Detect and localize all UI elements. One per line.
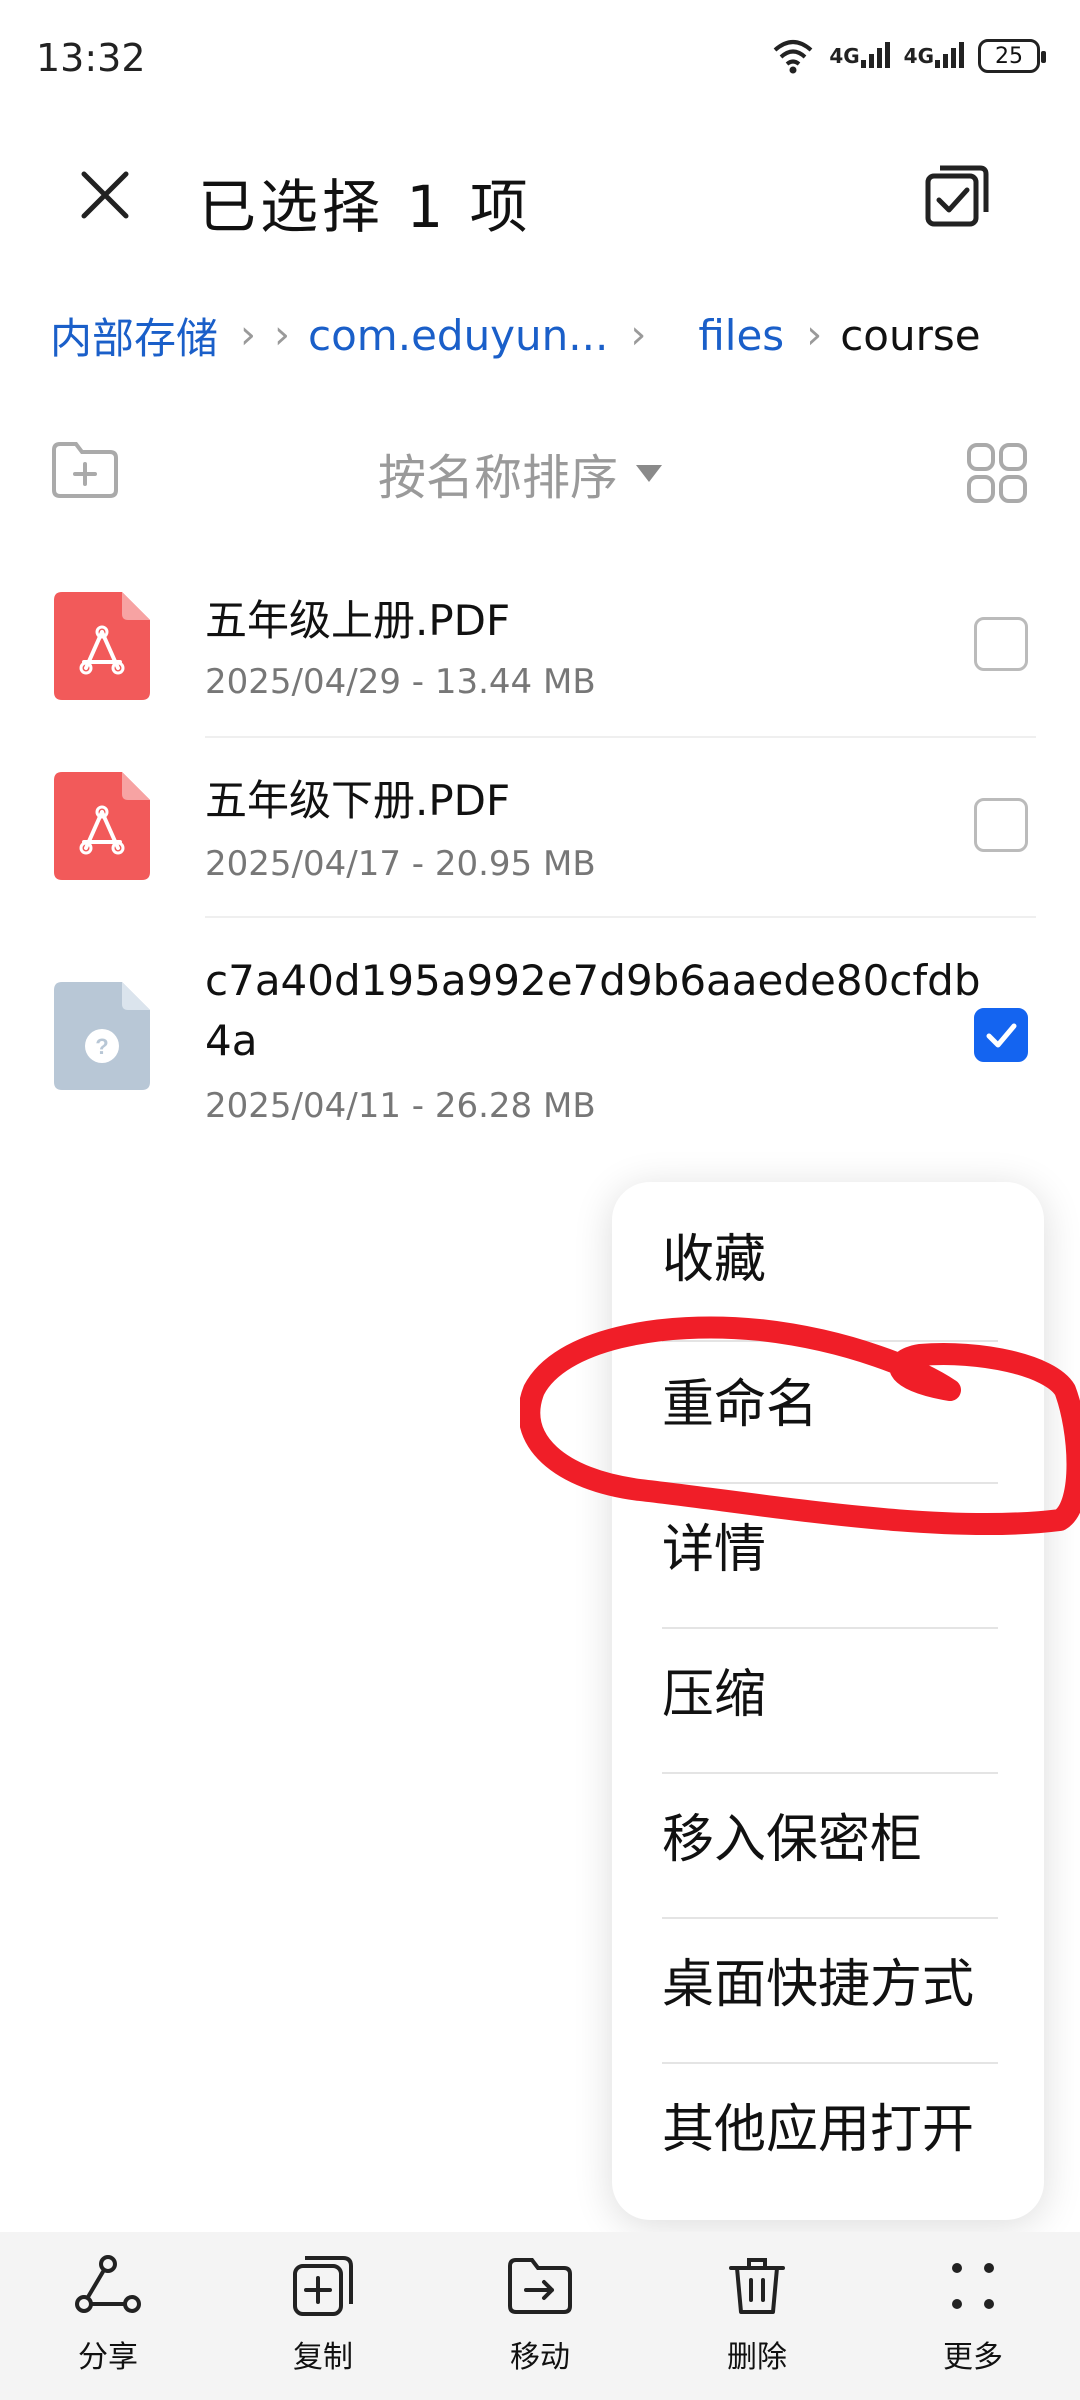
more-button[interactable]: 更多 [908,2252,1038,2392]
copy-button[interactable]: 复制 [258,2252,388,2392]
menu-item-compress[interactable]: 压缩 [662,1617,998,1762]
select-all-button[interactable] [922,160,992,230]
chevron-right-icon: › [274,312,291,358]
move-label: 移动 [510,2340,570,2375]
caret-down-icon [636,464,663,482]
file-meta: 2025/04/11 - 26.28 MB [205,1086,596,1126]
divider [205,736,1036,738]
list-item[interactable]: 五年级下册.PDF 2025/04/17 - 20.95 MB [0,762,1080,918]
battery-level: 25 [995,43,1023,69]
signal-icon: 4G [903,42,964,68]
battery-icon: 25 [978,39,1046,73]
new-folder-button[interactable] [50,440,120,500]
unknown-file-icon: ? [54,982,150,1090]
chevron-right-icon: › [630,312,647,358]
menu-item-open-with[interactable]: 其他应用打开 [662,2052,998,2197]
menu-item-rename[interactable]: 重命名 [662,1327,998,1472]
file-name-line-2: 4a [205,1016,258,1065]
copy-icon [293,2256,353,2316]
new-folder-icon [52,442,118,498]
sort-dropdown[interactable]: 按名称排序 [378,438,663,508]
more-options-menu: 收藏 重命名 详情 压缩 移入保密柜 桌面快捷方式 其他应用打开 [612,1182,1044,2220]
copy-label: 复制 [293,2340,353,2375]
close-icon [81,171,129,219]
page-title: 已选择 1 项 [198,173,532,241]
move-button[interactable]: 移动 [475,2252,605,2392]
breadcrumb-item-files[interactable]: files [698,311,784,360]
status-icons: 4G 4G 25 [771,34,1046,78]
check-icon [986,1023,1017,1048]
delete-label: 删除 [727,2340,787,2375]
signal-icon: 4G [829,42,890,68]
chevron-right-icon: › [806,312,823,358]
file-checkbox[interactable] [974,798,1028,852]
share-icon [75,2255,141,2313]
status-time: 13:32 [36,36,146,80]
pdf-file-icon [54,772,150,880]
delete-button[interactable]: 删除 [692,2252,822,2392]
svg-text:?: ? [95,1034,108,1059]
more-label: 更多 [943,2340,1003,2375]
share-button[interactable]: 分享 [43,2252,173,2392]
network-type-1: 4G [829,44,860,68]
move-icon [508,2258,572,2314]
file-meta: 2025/04/17 - 20.95 MB [205,844,596,884]
network-type-2: 4G [903,44,934,68]
view-toggle-button[interactable] [966,442,1028,504]
breadcrumb-item-current: course [840,310,981,360]
list-item[interactable]: ? c7a40d195a992e7d9b6aaede80cfdb 4a 2025… [0,944,1080,1144]
file-meta: 2025/04/29 - 13.44 MB [205,662,596,702]
breadcrumb: 内部存储 › › com.eduyun... › files › course [50,305,1036,365]
file-name: 五年级下册.PDF [205,776,511,825]
file-name-line-1: c7a40d195a992e7d9b6aaede80cfdb [205,956,981,1005]
menu-item-desktop-shortcut[interactable]: 桌面快捷方式 [662,1907,998,2052]
more-icon [952,2263,994,2309]
menu-item-favorite[interactable]: 收藏 [662,1182,998,1327]
share-label: 分享 [78,2340,138,2375]
bottom-toolbar: 分享 复制 移动 删除 更多 [0,2232,1080,2400]
grid-view-icon [967,443,1027,503]
breadcrumb-item-internal-storage[interactable]: 内部存储 [50,305,218,366]
chevron-right-icon: › [240,312,257,358]
file-checkbox-checked[interactable] [974,1008,1028,1062]
sort-label: 按名称排序 [378,450,619,506]
file-checkbox[interactable] [974,617,1028,671]
wifi-icon [773,40,813,74]
close-button[interactable] [70,160,140,230]
list-item[interactable]: 五年级上册.PDF 2025/04/29 - 13.44 MB [0,580,1080,738]
delete-icon [729,2258,785,2314]
divider [205,916,1036,918]
pdf-file-icon [54,592,150,700]
breadcrumb-item-app[interactable]: com.eduyun... [308,311,608,360]
menu-item-move-to-safe[interactable]: 移入保密柜 [662,1762,998,1907]
select-all-icon [925,165,989,227]
menu-item-details[interactable]: 详情 [662,1472,998,1617]
file-name: 五年级上册.PDF [205,596,511,645]
